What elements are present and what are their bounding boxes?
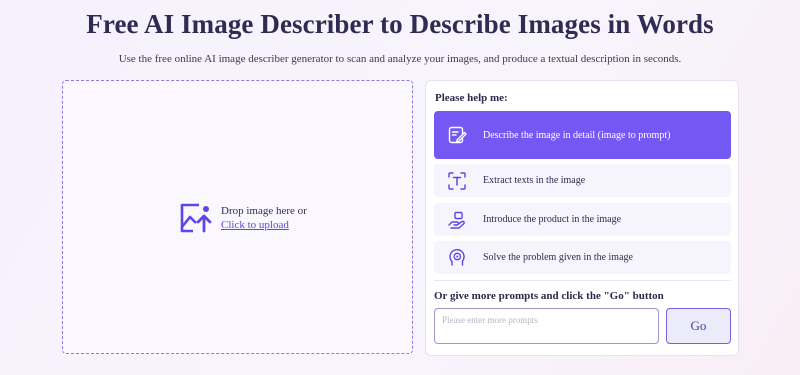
option-describe-image[interactable]: Describe the image in detail (image to p…: [434, 111, 731, 159]
click-to-upload-link[interactable]: Click to upload: [221, 218, 307, 232]
page-title: Free AI Image Describer to Describe Imag…: [86, 9, 714, 39]
option-label: Describe the image in detail (image to p…: [483, 129, 671, 141]
option-extract-text[interactable]: Extract texts in the image: [434, 164, 731, 197]
image-drop-zone[interactable]: Drop image here or Click to upload: [62, 80, 413, 354]
drop-prompt: Drop image here or Click to upload: [179, 202, 307, 234]
edit-document-icon: [448, 126, 467, 144]
product-hand-icon: [448, 211, 465, 229]
option-solve-problem[interactable]: Solve the problem given in the image: [434, 241, 731, 274]
panel-heading: Please help me:: [435, 92, 508, 104]
page-subtitle: Use the free online AI image describer g…: [118, 53, 682, 65]
drop-image-text: Drop image here or: [221, 205, 307, 217]
text-scan-icon: [448, 171, 466, 190]
options-panel: Please help me: Describe the image in de…: [425, 80, 739, 356]
prompt-heading: Or give more prompts and click the "Go" …: [434, 290, 664, 302]
divider: [434, 280, 731, 281]
prompt-input[interactable]: [434, 308, 659, 344]
option-label: Extract texts in the image: [483, 175, 586, 186]
brain-icon: [449, 248, 465, 266]
option-introduce-product[interactable]: Introduce the product in the image: [434, 203, 731, 236]
option-label: Solve the problem given in the image: [483, 252, 633, 263]
go-button[interactable]: Go: [666, 308, 731, 344]
image-upload-icon: [180, 203, 212, 233]
option-label: Introduce the product in the image: [483, 214, 622, 225]
